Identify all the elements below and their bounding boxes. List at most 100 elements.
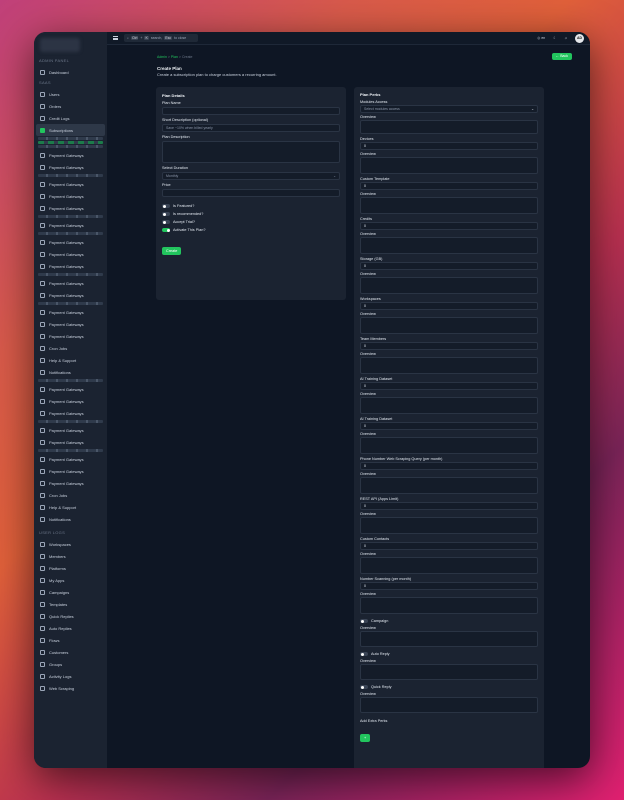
perk-number-input[interactable]: 0 [360, 142, 538, 150]
sidebar-item-web-scraping[interactable]: Web Scraping [36, 682, 105, 694]
perk-overview-textarea[interactable] [360, 697, 538, 713]
perk-number-input[interactable]: 0 [360, 542, 538, 550]
perk-overview-textarea[interactable] [360, 237, 538, 254]
plan-name-input[interactable] [162, 107, 340, 115]
sidebar-item-help-support[interactable]: Help & Support [36, 354, 105, 366]
perk-overview-textarea[interactable] [360, 157, 538, 174]
duration-select[interactable]: Monthly ⌄ [162, 172, 340, 180]
perk-overview-textarea[interactable] [360, 197, 538, 214]
sidebar-item-credit-logs[interactable]: Credit Logs [36, 112, 105, 124]
sidebar-item-payment-gateways[interactable]: Payment Gateways [36, 465, 105, 477]
sidebar-item-payment-gateways[interactable]: Payment Gateways [36, 190, 105, 202]
modules-overview-textarea[interactable] [360, 120, 538, 134]
sidebar-item-payment-gateways[interactable]: Payment Gateways [36, 236, 105, 248]
sidebar-item-workspaces[interactable]: Workspaces [36, 538, 105, 550]
perk-number-input[interactable]: 0 [360, 582, 538, 590]
perk-number-input[interactable]: 0 [360, 222, 538, 230]
sidebar-item-help-support[interactable]: Help & Support [36, 501, 105, 513]
sidebar-item-payment-gateways[interactable]: Payment Gateways [36, 219, 105, 231]
perk-overview-textarea[interactable] [360, 557, 538, 574]
sidebar-item-cron-jobs[interactable]: Cron Jobs [36, 489, 105, 501]
back-button[interactable]: ← Back [551, 53, 572, 60]
sidebar-item-payment-gateways[interactable]: Payment Gateways [36, 383, 105, 395]
sidebar-item-payment-gateways[interactable]: Payment Gateways [36, 306, 105, 318]
sidebar-item-groups[interactable]: Groups [36, 658, 105, 670]
sidebar-item-flows[interactable]: Flows [36, 634, 105, 646]
sidebar-item-notifications[interactable]: Notifications [36, 366, 105, 378]
sidebar-item-auto-replies[interactable]: Auto Replies [36, 622, 105, 634]
sidebar-item-payment-gateways[interactable]: Payment Gateways [36, 277, 105, 289]
sidebar-item-payment-gateways[interactable]: Payment Gateways [36, 161, 105, 173]
sidebar-item-campaigns[interactable]: Campaigns [36, 586, 105, 598]
sidebar-item-quick-replies[interactable]: Quick Replies [36, 610, 105, 622]
perk-overview-textarea[interactable] [360, 397, 538, 414]
perk-number-input[interactable]: 0 [360, 342, 538, 350]
add-perk-button[interactable]: + [360, 734, 371, 742]
modules-access-select[interactable]: Select modules access ⌄ [360, 105, 538, 113]
sidebar-item-payment-gateways[interactable]: Payment Gateways [36, 436, 105, 448]
perk-overview-textarea[interactable] [360, 357, 538, 374]
toggle-switch[interactable] [162, 220, 170, 224]
perk-number-input[interactable]: 0 [360, 262, 538, 270]
sidebar-item-notifications[interactable]: Notifications [36, 513, 105, 525]
avatar[interactable]: AD [575, 33, 584, 43]
perk-overview-textarea[interactable] [360, 597, 538, 614]
sidebar-item-templates[interactable]: Templates [36, 598, 105, 610]
plan-description-textarea[interactable] [162, 141, 340, 163]
perk-overview-textarea[interactable] [360, 277, 538, 294]
perk-number-input[interactable]: 0 [360, 462, 538, 470]
perk-number-input[interactable]: 0 [360, 302, 538, 310]
short-description-input[interactable]: Save ~10% when billed yearly [162, 124, 340, 132]
sidebar-item-dashboard[interactable]: Dashboard [36, 66, 105, 78]
sidebar-item-payment-gateways[interactable]: Payment Gateways [36, 453, 105, 465]
perk-number-input[interactable]: 0 [360, 182, 538, 190]
menu-item-icon [40, 222, 45, 228]
sidebar-item-payment-gateways[interactable]: Payment Gateways [36, 178, 105, 190]
perk-overview-textarea[interactable] [360, 477, 538, 494]
language-selector[interactable]: ◎ en [537, 36, 545, 40]
toggle-switch[interactable] [360, 652, 368, 656]
perk-number-input[interactable]: 0 [360, 382, 538, 390]
menu-icon[interactable] [113, 36, 118, 40]
sidebar-item-my-apps[interactable]: My Apps [36, 574, 105, 586]
theme-toggle-moon-icon[interactable]: ☾ [553, 36, 556, 40]
create-button[interactable]: Create [162, 247, 182, 255]
sidebar-item-payment-gateways[interactable]: Payment Gateways [36, 248, 105, 260]
perk-label: Custom Template [360, 177, 390, 181]
toggle-switch[interactable] [360, 685, 368, 689]
sidebar-item-payment-gateways[interactable]: Payment Gateways [36, 202, 105, 214]
bell-icon[interactable]: ♫ [564, 36, 567, 40]
sidebar-item-payment-gateways[interactable]: Payment Gateways [36, 395, 105, 407]
sidebar-item-payment-gateways[interactable]: Payment Gateways [36, 407, 105, 419]
sidebar-item-subscriptions[interactable]: Subscriptions [36, 124, 105, 136]
search-input[interactable]: ⌕ Ctrl + K search, Esc to close [124, 34, 198, 42]
toggle-switch[interactable] [162, 204, 170, 208]
perk-overview-textarea[interactable] [360, 317, 538, 334]
perk-overview-textarea[interactable] [360, 631, 538, 647]
sidebar-item-payment-gateways[interactable]: Payment Gateways [36, 289, 105, 301]
sidebar-item-cron-jobs[interactable]: Cron Jobs [36, 342, 105, 354]
sidebar-item-orders[interactable]: Orders [36, 100, 105, 112]
sidebar-item-payment-gateways[interactable]: Payment Gateways [36, 318, 105, 330]
perk-overview-textarea[interactable] [360, 437, 538, 454]
perk-number-input[interactable]: 0 [360, 502, 538, 510]
sidebar-item-payment-gateways[interactable]: Payment Gateways [36, 260, 105, 272]
sidebar-item-payment-gateways[interactable]: Payment Gateways [36, 477, 105, 489]
perk-label: Team Members [360, 337, 387, 341]
sidebar-item-users[interactable]: Users [36, 88, 105, 100]
toggle-switch[interactable] [360, 619, 368, 623]
sidebar-item-payment-gateways[interactable]: Payment Gateways [36, 424, 105, 436]
perk-overview-textarea[interactable] [360, 664, 538, 680]
perk-number-input[interactable]: 0 [360, 422, 538, 430]
perk-overview-textarea[interactable] [360, 517, 538, 534]
sidebar-item-platforms[interactable]: Platforms [36, 562, 105, 574]
sidebar-item-customers[interactable]: Customers [36, 646, 105, 658]
sidebar-item-payment-gateways[interactable]: Payment Gateways [36, 149, 105, 161]
sidebar-item-payment-gateways[interactable]: Payment Gateways [36, 330, 105, 342]
price-input[interactable] [162, 189, 340, 197]
toggle-switch[interactable] [162, 228, 170, 232]
sidebar-item-members[interactable]: Members [36, 550, 105, 562]
toggle-switch[interactable] [162, 212, 170, 216]
sidebar-item-activity-logs[interactable]: Activity Logs [36, 670, 105, 682]
page-title: Create Plan [157, 66, 182, 71]
